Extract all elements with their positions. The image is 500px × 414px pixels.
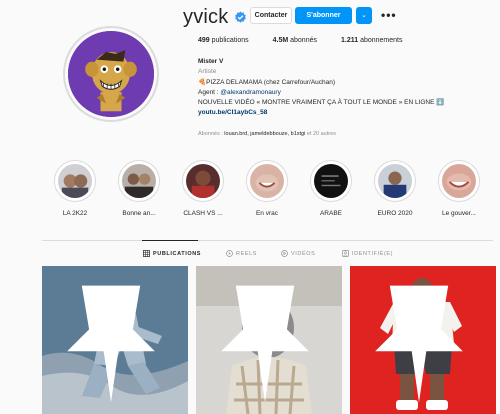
- post-thumbnail[interactable]: [350, 266, 496, 414]
- grid-icon: [143, 250, 150, 257]
- followed-by-prefix: Abonnés :: [198, 131, 225, 137]
- followed-by-names: louan.brd, jameldebbouze, b1stgi: [224, 131, 306, 137]
- highlight-item[interactable]: Bonne an...: [108, 160, 170, 217]
- highlight-item[interactable]: En vrac: [236, 160, 298, 217]
- chevron-down-icon: ⌄: [361, 12, 367, 19]
- verified-badge-icon: [235, 11, 247, 23]
- bio-external-link[interactable]: youtu.be/CI1aybCs_58: [198, 108, 468, 118]
- highlight-item[interactable]: Le gouver...: [428, 160, 490, 217]
- highlight-item[interactable]: LA 2K22: [44, 160, 106, 217]
- following-label: abonnements: [360, 37, 403, 44]
- highlight-cover: [378, 164, 412, 198]
- avatar-image: [68, 31, 154, 117]
- tab-videos[interactable]: VIDÉOS: [281, 250, 315, 257]
- tag-icon: [342, 250, 349, 257]
- followers-label: abonnés: [290, 37, 317, 44]
- agent-prefix: Agent :: [198, 88, 221, 96]
- profile-username: yvick: [183, 5, 229, 28]
- followers-stat[interactable]: 4.5M abonnés: [273, 37, 317, 44]
- profile-bio: Mister V Artiste 🍕PIZZA DELAMAMA (chez C…: [198, 57, 468, 119]
- followed-by[interactable]: Abonnés : louan.brd, jameldebbouze, b1st…: [198, 131, 336, 137]
- posts-count: 499: [198, 37, 210, 44]
- following-count: 1.211: [340, 37, 359, 44]
- highlight-item[interactable]: CLASH VS ...: [172, 160, 234, 217]
- posts-label: publications: [211, 37, 249, 44]
- highlight-cover: [314, 164, 348, 198]
- follow-button[interactable]: S'abonner: [295, 7, 352, 24]
- bio-line-video: NOUVELLE VIDÉO « MONTRE VRAIMENT ÇA À TO…: [198, 99, 445, 107]
- highlight-label: CLASH VS ...: [183, 210, 223, 217]
- monkey-avatar-illustration: [68, 31, 154, 117]
- bio-line-pizza: 🍕PIZZA DELAMAMA (chez Carrefour/Auchan): [198, 78, 336, 86]
- highlight-label: Le gouver...: [442, 210, 476, 217]
- followers-count: 4.5M: [272, 37, 289, 44]
- pinned-icon: [375, 285, 463, 403]
- tab-reels[interactable]: REELS: [226, 250, 257, 257]
- suggestions-dropdown-button[interactable]: ⌄: [356, 7, 372, 24]
- highlight-label: LA 2K22: [62, 210, 88, 217]
- posts-stat: 499 publications: [198, 37, 249, 44]
- contact-button[interactable]: Contacter: [250, 7, 292, 24]
- following-stat[interactable]: 1.211 abonnements: [341, 37, 403, 44]
- profile-tabs: PUBLICATIONS REELS VIDÉOS IDENTIFIÉ(E): [0, 250, 500, 260]
- pinned-icon: [67, 285, 155, 403]
- highlight-label: En vrac: [255, 210, 279, 217]
- profile-avatar[interactable]: [63, 26, 159, 122]
- post-thumbnail[interactable]: [196, 266, 342, 414]
- highlight-item[interactable]: ARABE: [300, 160, 362, 217]
- profile-stats: 499 publications 4.5M abonnés 1.211 abon…: [198, 37, 427, 44]
- display-name: Mister V: [198, 58, 224, 65]
- post-thumbnail[interactable]: [42, 266, 188, 414]
- highlight-label: EURO 2020: [377, 210, 413, 217]
- tab-label: VIDÉOS: [291, 250, 316, 257]
- tabs-divider: [42, 240, 493, 241]
- story-highlights: LA 2K22 Bonne an... CLASH VS ... En vrac…: [44, 160, 494, 222]
- tab-tagged[interactable]: IDENTIFIÉ(E): [342, 250, 393, 257]
- bio-line-agent: Agent : @alexandramonaury: [198, 88, 468, 98]
- highlight-item[interactable]: EURO 2020: [364, 160, 426, 217]
- more-options-icon[interactable]: •••: [381, 6, 397, 24]
- tab-label: REELS: [236, 250, 258, 257]
- pinned-icon: [221, 285, 309, 403]
- tab-label: IDENTIFIÉ(E): [352, 250, 394, 257]
- reels-icon: [226, 250, 233, 257]
- tab-label: PUBLICATIONS: [153, 250, 202, 257]
- highlight-label: Bonne an...: [122, 210, 156, 217]
- followed-by-suffix: et 20 autres: [305, 131, 336, 137]
- highlight-cover: [122, 164, 156, 198]
- highlight-cover: [58, 164, 92, 198]
- video-icon: [281, 250, 288, 257]
- active-tab-indicator: [142, 240, 198, 241]
- highlight-cover: [186, 164, 220, 198]
- highlight-cover: [442, 164, 476, 198]
- highlight-cover: [250, 164, 284, 198]
- highlight-label: ARABE: [319, 210, 343, 217]
- category-label: Artiste: [198, 68, 217, 76]
- tab-publications[interactable]: PUBLICATIONS: [143, 250, 201, 257]
- agent-mention-link[interactable]: @alexandramonaury: [220, 89, 280, 96]
